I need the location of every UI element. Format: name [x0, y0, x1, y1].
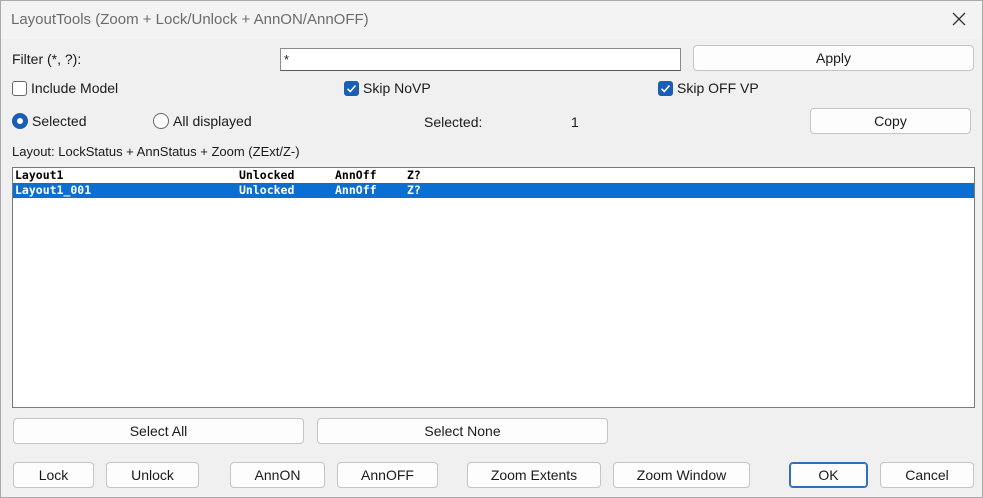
skip-off-vp-checkbox[interactable]: Skip OFF VP	[658, 80, 759, 96]
row-name: Layout1_001	[15, 183, 92, 197]
row-lock-status: Unlocked	[239, 168, 295, 182]
radio-selected-dot[interactable]	[12, 113, 28, 129]
include-model-box[interactable]	[12, 80, 27, 96]
list-header: Layout: LockStatus + AnnStatus + Zoom (Z…	[12, 144, 300, 159]
select-none-button[interactable]: Select None	[317, 418, 608, 444]
skip-novp-box[interactable]	[344, 80, 359, 96]
row-zoom-status: Z?	[407, 168, 421, 182]
list-row-layout1[interactable]: Layout1 Unlocked AnnOff Z?	[13, 168, 974, 183]
selected-count-label: Selected:	[424, 114, 483, 130]
filter-input[interactable]	[280, 48, 681, 71]
title-bar: LayoutTools (Zoom + Lock/Unlock + AnnON/…	[1, 1, 982, 39]
row-name: Layout1	[15, 168, 64, 182]
ok-button[interactable]: OK	[789, 462, 868, 488]
skip-off-vp-label: Skip OFF VP	[677, 80, 759, 96]
scope-selected-radio[interactable]: Selected	[12, 113, 86, 129]
skip-novp-checkbox[interactable]: Skip NoVP	[344, 80, 431, 96]
row-lock-status: Unlocked	[239, 183, 295, 197]
layout-listbox[interactable]: Layout1 Unlocked AnnOff Z? Layout1_001 U…	[12, 167, 975, 408]
row-zoom-status: Z?	[407, 183, 421, 197]
ann-on-button[interactable]: AnnON	[230, 462, 325, 488]
ann-off-button[interactable]: AnnOFF	[337, 462, 438, 488]
zoom-extents-button[interactable]: Zoom Extents	[467, 462, 601, 488]
row-ann-status: AnnOff	[335, 168, 377, 182]
close-button[interactable]	[942, 4, 976, 34]
lock-button[interactable]: Lock	[13, 462, 94, 488]
checkmark-icon	[660, 84, 671, 93]
include-model-checkbox[interactable]: Include Model	[12, 80, 118, 96]
dialog-window: LayoutTools (Zoom + Lock/Unlock + AnnON/…	[0, 0, 983, 498]
scope-selected-label: Selected	[32, 113, 87, 129]
window-title: LayoutTools (Zoom + Lock/Unlock + AnnON/…	[11, 11, 369, 28]
scope-all-displayed-label: All displayed	[173, 113, 252, 129]
select-all-button[interactable]: Select All	[13, 418, 304, 444]
zoom-window-button[interactable]: Zoom Window	[613, 462, 750, 488]
filter-label: Filter (*, ?):	[12, 51, 82, 67]
apply-button[interactable]: Apply	[693, 45, 974, 71]
skip-novp-label: Skip NoVP	[363, 80, 431, 96]
selected-count-value: 1	[571, 114, 579, 130]
close-icon	[952, 12, 966, 26]
cancel-button[interactable]: Cancel	[880, 462, 974, 488]
checkmark-icon	[346, 84, 357, 93]
list-row-layout1-001[interactable]: Layout1_001 Unlocked AnnOff Z?	[13, 183, 974, 198]
scope-all-displayed-radio[interactable]: All displayed	[153, 113, 252, 129]
copy-button[interactable]: Copy	[810, 108, 971, 134]
skip-off-vp-box[interactable]	[658, 80, 673, 96]
include-model-label: Include Model	[31, 80, 119, 96]
row-ann-status: AnnOff	[335, 183, 377, 197]
radio-all-displayed-dot[interactable]	[153, 113, 169, 129]
unlock-button[interactable]: Unlock	[106, 462, 199, 488]
